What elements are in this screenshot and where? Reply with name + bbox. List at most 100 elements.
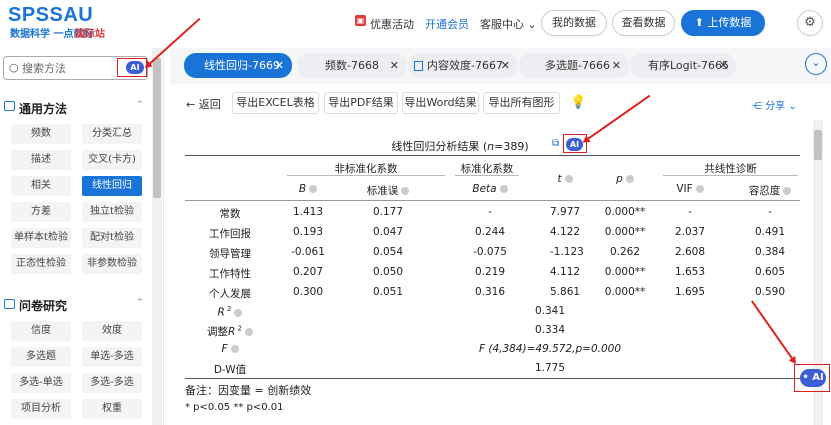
col-header-p: p — [610, 173, 640, 185]
floating-ai-button[interactable]: • AI — [800, 369, 826, 387]
method-button[interactable]: 分类汇总 — [82, 124, 142, 144]
tab-linear-regression[interactable]: 线性回归-7669 ✕ — [184, 53, 292, 78]
ai-label: AI — [812, 372, 824, 383]
method-button[interactable]: 效度 — [82, 321, 142, 341]
tab-frequency[interactable]: 频数-7668 ✕ — [297, 53, 407, 78]
table-cell: -0.075 — [473, 246, 507, 258]
col-label: t — [557, 173, 562, 185]
gear-icon[interactable]: ⚙ — [797, 10, 823, 36]
export-excel-button[interactable]: 导出EXCEL表格 — [232, 92, 319, 114]
help-icon[interactable] — [244, 328, 253, 336]
close-icon[interactable]: ✕ — [612, 53, 621, 78]
help-icon[interactable] — [499, 185, 508, 193]
help-icon[interactable] — [695, 185, 704, 193]
table-cell: 4.122 — [550, 226, 581, 238]
help-icon[interactable] — [783, 187, 792, 195]
back-button[interactable]: ← 返回 — [186, 96, 221, 112]
help-icon[interactable] — [564, 175, 573, 183]
tab-label: 频数-7668 — [325, 59, 379, 72]
table-cell: 0.219 — [474, 266, 506, 278]
promo-link[interactable]: 优惠活动 — [370, 16, 414, 32]
col-label: B — [298, 183, 307, 195]
method-button[interactable]: 描述 — [11, 150, 71, 170]
help-icon[interactable] — [230, 345, 239, 353]
chevron-down-icon: ⌄ — [527, 18, 537, 31]
search-input[interactable] — [22, 58, 112, 78]
method-button[interactable]: 配对t检验 — [82, 228, 142, 248]
search-ai-button[interactable]: AI — [126, 61, 144, 74]
method-button[interactable]: 权重 — [82, 399, 142, 419]
method-button[interactable]: 多选-多选 — [82, 373, 142, 393]
logo[interactable]: SPSSAU — [8, 4, 93, 27]
method-button[interactable]: 正态性检验 — [11, 254, 71, 274]
adj-r2-label: 调整R 2 — [200, 324, 260, 339]
close-icon[interactable]: ✕ — [501, 53, 510, 78]
method-button[interactable]: 方差 — [11, 202, 71, 222]
back-label: 返回 — [198, 98, 221, 111]
intl-site-link[interactable]: 国际站 — [75, 25, 105, 40]
tab-ordinal-logit[interactable]: 有序Logit-7665 ✕ — [630, 53, 736, 78]
section-title-survey[interactable]: 问卷研究 — [19, 297, 67, 314]
method-button[interactable]: 独立t检验 — [82, 202, 142, 222]
close-icon[interactable]: ✕ — [275, 53, 284, 78]
close-icon[interactable]: ✕ — [719, 53, 728, 78]
f-value: F (4,384)=49.572,p=0.000 — [478, 343, 622, 355]
view-data-button[interactable]: 查看数据 — [612, 10, 675, 36]
method-button[interactable]: 单样本t检验 — [11, 228, 71, 248]
table-cell: 0.047 — [372, 226, 404, 238]
table-cell: 1.413 — [292, 206, 324, 218]
method-button[interactable]: 信度 — [11, 321, 71, 341]
help-icon[interactable] — [309, 185, 318, 193]
table-cell: -0.061 — [291, 246, 325, 258]
upload-data-button[interactable]: ⬆ 上传数据 — [681, 10, 765, 36]
method-button[interactable]: 项目分析 — [11, 399, 71, 419]
method-button[interactable]: 相关 — [11, 176, 71, 196]
share-label: 分享 — [765, 101, 786, 112]
chevron-up-icon[interactable]: ⌃ — [136, 298, 144, 308]
title-prefix: 线性回归分析结果 ( — [391, 140, 488, 153]
table-cell: -1.123 — [550, 246, 584, 258]
share-button[interactable]: ⋲ 分享 ⌄ — [752, 97, 797, 112]
table-cell: 0.300 — [292, 286, 324, 298]
chevron-down-icon[interactable]: ⌄ — [805, 53, 827, 75]
method-button[interactable]: 多选-单选 — [11, 373, 71, 393]
table-cell: 0.050 — [372, 266, 404, 278]
copy-icon[interactable]: ⧉ — [552, 138, 559, 149]
export-word-button[interactable]: 导出Word结果 — [402, 92, 479, 114]
lightbulb-icon[interactable]: 💡 — [570, 95, 586, 110]
export-pdf-button[interactable]: 导出PDF结果 — [324, 92, 398, 114]
tab-label: 有序Logit-7665 — [648, 59, 729, 72]
vip-link[interactable]: 开通会员 — [425, 16, 469, 32]
method-button[interactable]: 交叉(卡方) — [82, 150, 142, 170]
help-icon[interactable] — [625, 175, 634, 183]
help-icon[interactable] — [401, 187, 410, 195]
section-title-general[interactable]: 通用方法 — [19, 100, 67, 117]
tab-multiple-choice[interactable]: 多选题-7666 ✕ — [519, 53, 629, 78]
my-data-button[interactable]: 我的数据 — [541, 10, 607, 36]
table-cell: 2.608 — [674, 246, 706, 258]
service-center-menu[interactable]: 客服中心 ⌄ — [480, 16, 537, 32]
upload-icon: ⬆ — [694, 16, 704, 29]
table-cell: 4.112 — [550, 266, 581, 278]
row-label: 工作回报 — [209, 228, 251, 240]
method-button[interactable]: 非参数检验 — [82, 254, 142, 274]
table-cell: 0.193 — [292, 226, 324, 238]
annotation-arrow — [751, 300, 796, 363]
chevron-up-icon[interactable]: ⌃ — [136, 100, 144, 110]
export-all-charts-button[interactable]: 导出所有图形 — [483, 92, 560, 114]
main-scrollbar-thumb[interactable] — [814, 130, 822, 160]
table-cell: 0.000** — [604, 206, 646, 218]
table-cell: 1.653 — [674, 266, 706, 278]
method-button[interactable]: 单选-多选 — [82, 347, 142, 367]
upload-label: 上传数据 — [707, 16, 752, 29]
table-cell: 0.051 — [372, 286, 404, 298]
tab-content-validity[interactable]: 内容效度-7667 ✕ — [408, 53, 518, 78]
sidebar-scrollbar-thumb[interactable] — [153, 58, 161, 198]
help-icon[interactable] — [234, 308, 243, 317]
method-button[interactable]: 频数 — [11, 124, 71, 144]
method-button[interactable]: 多选题 — [11, 347, 71, 367]
table-cell: 0.491 — [754, 226, 786, 238]
close-icon[interactable]: ✕ — [390, 53, 399, 78]
method-button-active[interactable]: 线性回归 — [82, 176, 142, 196]
table-cell: 2.037 — [674, 226, 706, 238]
